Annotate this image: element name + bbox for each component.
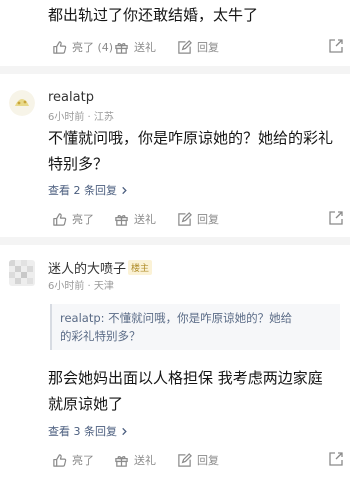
share-icon (329, 211, 343, 225)
comment-2-reply-button[interactable]: 回复 (177, 209, 219, 229)
chevron-right-icon (122, 186, 127, 194)
comment-2-username[interactable]: realatp (48, 90, 94, 105)
comment-2-share-button[interactable] (328, 210, 344, 230)
quoted-reply: realatp: 不懂就问哦，你是咋原谅她的？她给 的彩礼特别多？ (50, 304, 340, 350)
comment-3-reply-button[interactable]: 回复 (177, 450, 219, 470)
comment-2-gift-label: 送礼 (134, 213, 156, 226)
comment-3-gift-label: 送礼 (134, 454, 156, 467)
comment-1-gift-label: 送礼 (134, 41, 156, 54)
edit-reply-icon (178, 39, 192, 54)
comment-2-like-label: 亮了 (72, 213, 94, 226)
quoted-reply-line-1: realatp: 不懂就问哦，你是咋原谅她的？她给 (60, 311, 293, 325)
comment-2-text-line-1: 不懂就问哦，你是咋原谅她的？她给的彩礼 (48, 129, 334, 147)
comment-1-like-button[interactable]: 亮了 (4) (52, 37, 113, 57)
avatar[interactable] (9, 260, 35, 286)
comment-1-reply-label: 回复 (197, 41, 219, 54)
section-divider (0, 66, 350, 74)
avatar[interactable] (9, 90, 35, 116)
comment-3-meta: 6小时前 · 天津 (48, 281, 114, 292)
comment-3-view-replies-label: 查看 3 条回复 (48, 425, 117, 438)
comment-3-like-button[interactable]: 亮了 (52, 450, 94, 470)
comment-1-text: 都出轨过了你还敢结婚，太牛了 (48, 6, 259, 24)
comment-3-share-button[interactable] (328, 451, 344, 471)
comment-3-text-line-2: 就原谅她了 (48, 395, 124, 413)
comment-3-reply-label: 回复 (197, 454, 219, 467)
comment-1-reply-button[interactable]: 回复 (177, 37, 219, 57)
chevron-right-icon (122, 427, 127, 435)
comment-3-gift-button[interactable]: 送礼 (114, 450, 156, 470)
thumbs-up-icon (53, 40, 67, 54)
comment-3-view-replies-link[interactable]: 查看 3 条回复 (48, 423, 129, 439)
share-icon (329, 452, 343, 466)
quoted-reply-line-2: 的彩礼特别多？ (60, 329, 141, 343)
comment-1-share-button[interactable] (328, 38, 344, 58)
comment-2-like-button[interactable]: 亮了 (52, 209, 94, 229)
gift-icon (115, 455, 128, 467)
comment-2-gift-button[interactable]: 送礼 (114, 209, 156, 229)
gift-icon (115, 42, 128, 54)
comment-2-meta: 6小时前 · 江苏 (48, 112, 114, 123)
edit-reply-icon (178, 211, 192, 226)
op-badge: 楼主 (128, 260, 153, 275)
comment-2-action-bar: 亮了 送礼 回复 (0, 209, 350, 229)
thumbs-up-icon (53, 212, 67, 226)
comment-1-gift-button[interactable]: 送礼 (114, 37, 156, 57)
comment-1-action-bar: 亮了 (4) 送礼 回复 (0, 37, 350, 57)
section-divider (0, 237, 350, 245)
comment-3-username[interactable]: 迷人的大喷子 (48, 258, 126, 277)
share-icon (329, 39, 343, 53)
comment-3-text-line-1: 那会她妈出面以人格担保 我考虑两边家庭 (48, 369, 323, 387)
comment-2-view-replies-link[interactable]: 查看 2 条回复 (48, 182, 129, 198)
comment-3-action-bar: 亮了 送礼 回复 (0, 450, 350, 470)
comment-2-view-replies-label: 查看 2 条回复 (48, 184, 117, 197)
comment-1-like-label: 亮了 (4) (72, 41, 114, 54)
comment-3-like-label: 亮了 (72, 454, 94, 467)
comment-2-reply-label: 回复 (197, 213, 219, 226)
gift-icon (115, 214, 128, 226)
comment-2-text-line-2: 特别多？ (48, 155, 109, 173)
edit-reply-icon (178, 452, 192, 467)
thumbs-up-icon (53, 453, 67, 467)
